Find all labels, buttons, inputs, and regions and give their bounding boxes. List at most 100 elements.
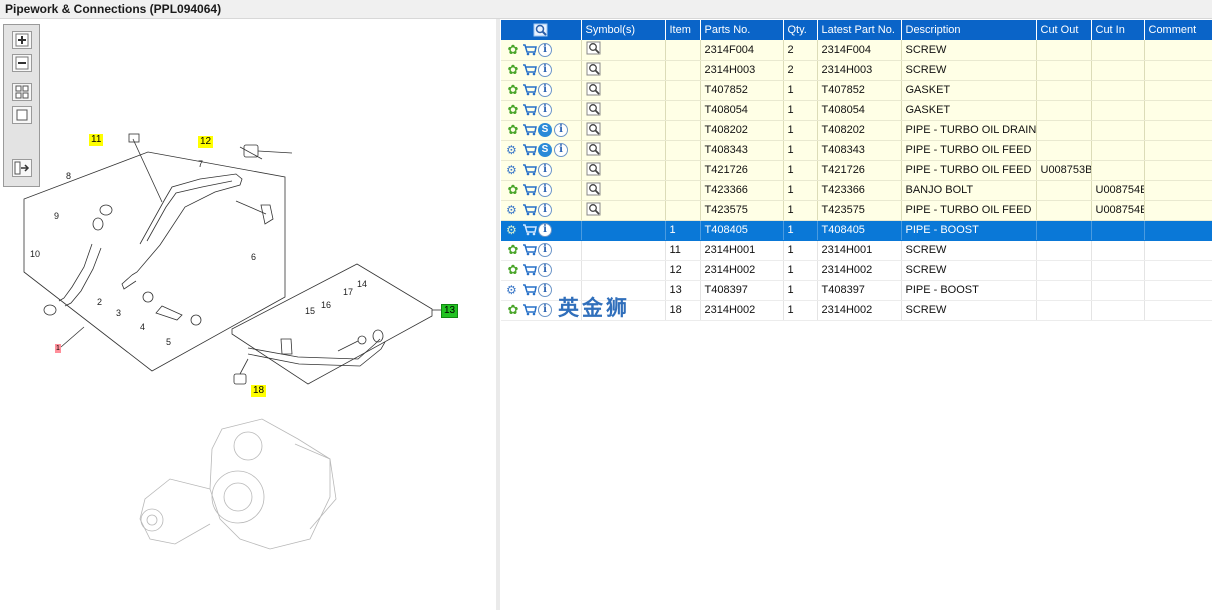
supersession-icon[interactable]: S — [538, 143, 552, 157]
cart-icon[interactable] — [522, 263, 537, 277]
gear-icon[interactable]: ✿ — [506, 263, 520, 277]
latest-part-no-cell: T423366 — [817, 180, 902, 201]
column-header-latest-part-no[interactable]: Latest Part No. — [817, 20, 902, 40]
info-icon[interactable]: i — [554, 143, 568, 157]
zoom-symbol-icon[interactable] — [586, 182, 602, 196]
zoom-symbol-icon[interactable] — [586, 41, 602, 55]
supersession-icon[interactable]: S — [538, 123, 552, 137]
info-icon[interactable]: i — [538, 243, 552, 257]
assembly-gear-icon[interactable]: ⚙ — [506, 163, 520, 177]
zoom-symbol-icon[interactable] — [586, 202, 602, 216]
table-row[interactable]: ✿ i T423366 1 T423366 BANJO BOLT U008754E — [501, 180, 1212, 201]
table-row[interactable]: ⚙ i 1 T408405 1 T408405 PIPE - BOOST — [501, 220, 1212, 241]
column-header-item[interactable]: Item — [665, 20, 701, 40]
column-header-qty[interactable]: Qty. — [783, 20, 818, 40]
part-number-label: 10 — [30, 249, 41, 259]
info-icon[interactable]: i — [554, 123, 568, 137]
gear-icon[interactable]: ✿ — [506, 42, 520, 57]
callout-1[interactable]: 1 — [55, 344, 61, 353]
item-cell — [665, 140, 701, 161]
assembly-gear-icon[interactable]: ⚙ — [506, 143, 520, 157]
table-row[interactable]: ✿ i 11 2314H001 1 2314H001 SCREW — [501, 240, 1212, 261]
table-row[interactable]: ✿ i T407852 1 T407852 GASKET — [501, 80, 1212, 101]
table-row[interactable]: ✿ Si T408202 1 T408202 PIPE - TURBO OIL DRAIN — [501, 120, 1212, 141]
callout-12[interactable]: 12 — [198, 136, 214, 148]
fit-all-button[interactable] — [12, 83, 32, 101]
column-header-cut-out[interactable]: Cut Out — [1036, 20, 1092, 40]
table-row[interactable]: ⚙ Si T408343 1 T408343 PIPE - TURBO OIL FEED — [501, 140, 1212, 161]
info-icon[interactable]: i — [538, 103, 552, 117]
column-header-comment[interactable]: Comment — [1144, 20, 1212, 40]
assembly-gear-icon[interactable]: ⚙ — [506, 223, 520, 237]
zoom-symbol-icon[interactable] — [586, 62, 602, 76]
info-icon[interactable]: i — [538, 263, 552, 277]
table-row[interactable]: ✿ i 12 2314H002 1 2314H002 SCREW — [501, 260, 1212, 281]
gear-icon[interactable]: ✿ — [506, 183, 520, 197]
toggle-layout-button[interactable] — [12, 159, 32, 177]
table-row[interactable]: ✿ i 2314F004 2 2314F004 SCREW — [501, 40, 1212, 61]
info-icon[interactable]: i — [538, 223, 552, 237]
gear-icon[interactable]: ✿ — [506, 303, 520, 317]
callout-13[interactable]: 13 — [441, 304, 459, 318]
cart-icon[interactable] — [522, 223, 537, 237]
table-header: Symbol(s) Item Parts No. Qty. Latest Par… — [501, 20, 1212, 40]
info-icon[interactable]: i — [538, 283, 552, 297]
row-actions: ✿ i — [501, 80, 582, 101]
info-icon[interactable]: i — [538, 42, 552, 57]
item-cell — [665, 40, 701, 61]
cart-icon[interactable] — [522, 103, 537, 117]
zoom-symbol-icon[interactable] — [586, 82, 602, 96]
zoom-in-button[interactable] — [12, 31, 32, 49]
cart-icon[interactable] — [522, 123, 537, 137]
qty-cell: 1 — [783, 180, 818, 201]
symbols-cell — [581, 120, 666, 141]
assembly-gear-icon[interactable]: ⚙ — [506, 283, 520, 297]
info-icon[interactable]: i — [538, 303, 552, 317]
cart-icon[interactable] — [522, 283, 537, 297]
gear-icon[interactable]: ✿ — [506, 83, 520, 97]
cart-icon[interactable] — [522, 63, 537, 77]
table-row[interactable]: ✿ i 2314H003 2 2314H003 SCREW — [501, 60, 1212, 81]
column-header-cut-in[interactable]: Cut In — [1091, 20, 1145, 40]
gear-icon[interactable]: ✿ — [506, 63, 520, 77]
assembly-gear-icon[interactable]: ⚙ — [506, 203, 520, 217]
zoom-out-button[interactable] — [12, 54, 32, 72]
zoom-symbol-icon[interactable] — [586, 122, 602, 136]
cart-icon[interactable] — [522, 183, 537, 197]
zoom-symbol-icon[interactable] — [586, 162, 602, 176]
gear-icon[interactable]: ✿ — [506, 243, 520, 257]
gear-icon[interactable]: ✿ — [506, 123, 520, 137]
cart-icon[interactable] — [522, 243, 537, 257]
info-icon[interactable]: i — [538, 203, 552, 217]
column-header-parts-no[interactable]: Parts No. — [700, 20, 784, 40]
description-cell: PIPE - TURBO OIL DRAIN — [901, 120, 1037, 141]
cart-icon[interactable] — [522, 303, 537, 317]
cart-icon[interactable] — [522, 43, 537, 57]
row-actions: ✿ i — [501, 40, 582, 61]
cart-icon[interactable] — [522, 143, 537, 157]
column-header-description[interactable]: Description — [901, 20, 1037, 40]
column-header-actions[interactable] — [501, 20, 582, 40]
parts-no-cell: 2314H001 — [700, 240, 784, 261]
cut-in-cell — [1091, 160, 1145, 181]
callout-11[interactable]: 11 — [89, 134, 104, 146]
gear-icon[interactable]: ✿ — [506, 103, 520, 117]
zoom-symbol-icon[interactable] — [586, 102, 602, 116]
column-header-symbols[interactable]: Symbol(s) — [581, 20, 666, 40]
callout-18[interactable]: 18 — [251, 385, 267, 397]
info-icon[interactable]: i — [538, 183, 552, 197]
diagram-pane[interactable]: 11 12 13 18 1 7 8 9 10 2 3 4 5 6 15 16 1… — [0, 19, 496, 610]
info-icon[interactable]: i — [538, 63, 552, 77]
cut-out-cell: U008753B — [1036, 160, 1092, 181]
table-row[interactable]: ⚙ i T421726 1 T421726 PIPE - TURBO OIL FEED U0… — [501, 160, 1212, 181]
zoom-symbol-icon[interactable] — [586, 142, 602, 156]
actual-size-button[interactable] — [12, 106, 32, 124]
cart-icon[interactable] — [522, 203, 537, 217]
table-row[interactable]: ⚙ i T423575 1 T423575 PIPE - TURBO OIL FEED U0… — [501, 200, 1212, 221]
parts-no-cell: 2314F004 — [700, 40, 784, 61]
cart-icon[interactable] — [522, 83, 537, 97]
info-icon[interactable]: i — [538, 163, 552, 177]
table-row[interactable]: ✿ i T408054 1 T408054 GASKET — [501, 100, 1212, 121]
cart-icon[interactable] — [522, 163, 537, 177]
info-icon[interactable]: i — [538, 83, 552, 97]
